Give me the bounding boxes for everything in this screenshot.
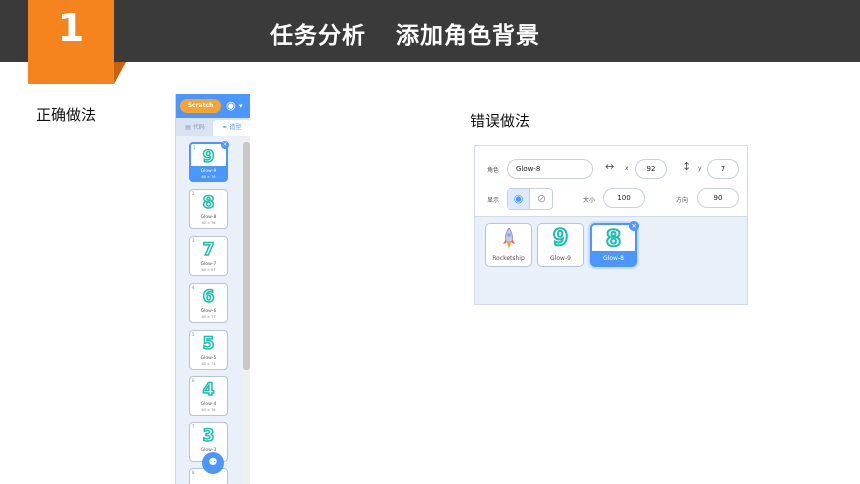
chevron-down-icon[interactable]: ▾ xyxy=(239,99,243,113)
costume-size: 60 × 76 xyxy=(201,221,216,225)
title-part-2: 添加角色背景 xyxy=(396,23,540,49)
costume-name: Glow-7 xyxy=(200,262,217,267)
costume-item-5[interactable]: 5 5 Glow-5 60 × 74 xyxy=(189,330,228,370)
costume-name: Glow-9 xyxy=(200,169,217,174)
costume-thumbnail: 3 xyxy=(202,425,215,447)
vertical-arrows-icon: ↕ xyxy=(682,160,692,173)
costume-name: Glow-6 xyxy=(200,309,217,314)
scrollbar-thumb[interactable] xyxy=(243,142,250,370)
delete-icon[interactable]: × xyxy=(629,221,639,231)
badge-fold-decoration xyxy=(114,62,126,84)
tab-costumes[interactable]: ✒ 造型 xyxy=(213,120,250,136)
costume-size: 60 × 77 xyxy=(201,315,216,319)
direction-field[interactable]: 90 xyxy=(697,188,739,208)
eye-off-icon[interactable]: ⊘ xyxy=(531,189,552,209)
editor-tabs: ▤ 代码 ✒ 造型 xyxy=(176,118,250,136)
correct-method-label: 正确做法 xyxy=(36,106,97,124)
scratch-logo[interactable]: Scratch xyxy=(180,99,221,113)
costume-item-2[interactable]: 2 8 Glow-8 60 × 76 xyxy=(189,189,228,229)
scratch-menu-bar: Scratch ◉ ▾ xyxy=(176,94,250,118)
section-number: 1 xyxy=(57,6,85,50)
costume-item-1[interactable]: 1 9 Glow-9 66 × 76 × xyxy=(189,141,229,182)
costume-item-3[interactable]: 3 7 Glow-7 60 × 67 xyxy=(189,236,228,276)
sprite-name: Glow-8 xyxy=(603,255,624,262)
costume-size: 60 × 74 xyxy=(201,362,216,366)
tab-code[interactable]: ▤ 代码 xyxy=(178,120,212,136)
rocketship-icon xyxy=(503,228,515,249)
sprite-item-rocketship[interactable]: Rocketship xyxy=(485,223,532,267)
costume-item-6[interactable]: 6 4 Glow-4 64 × 76 xyxy=(189,376,228,416)
size-field[interactable]: 100 xyxy=(603,188,645,208)
costume-thumbnail: 6 xyxy=(202,286,215,308)
tab-costume-label: 造型 xyxy=(229,124,242,131)
costume-thumbnail: 9 xyxy=(202,146,215,168)
sprite-name: Rocketship xyxy=(492,255,525,262)
code-icon: ▤ xyxy=(185,124,191,131)
costume-list-scrollbar[interactable] xyxy=(242,136,250,484)
costume-name: Glow-5 xyxy=(200,356,217,361)
costume-item-4[interactable]: 4 6 Glow-6 60 × 77 xyxy=(189,283,228,323)
brush-icon: ✒ xyxy=(222,124,228,131)
sprite-item-glow-9[interactable]: 9 Glow-9 xyxy=(537,223,584,267)
add-costume-button[interactable]: ⚉ xyxy=(202,452,224,474)
visibility-toggle: ◉ ⊘ xyxy=(507,188,553,210)
costume-thumbnail: 4 xyxy=(202,379,215,401)
show-label: 显示 xyxy=(487,197,500,204)
tab-code-label: 代码 xyxy=(192,124,205,131)
globe-icon[interactable]: ◉ xyxy=(226,99,236,113)
costume-size: 60 × 67 xyxy=(201,268,216,272)
sprite-label: 角色 xyxy=(487,167,500,174)
direction-label: 方向 xyxy=(676,197,689,204)
wrong-method-label: 错误做法 xyxy=(470,112,531,130)
costume-list: 1 9 Glow-9 66 × 76 × 2 8 Glow-8 60 × 76 … xyxy=(176,136,242,484)
y-label: y xyxy=(698,165,702,172)
sprite-properties: 角色 Glow-8 ↔ x 92 ↕ y 7 显示 ◉ ⊘ 大小 100 方向 … xyxy=(475,146,747,217)
costume-size: 64 × 76 xyxy=(201,408,216,412)
costume-size: 66 × 76 xyxy=(201,175,216,179)
sprite-thumbnail: 9 xyxy=(552,226,569,252)
costume-name: Glow-8 xyxy=(200,215,217,220)
sprite-name-field[interactable]: Glow-8 xyxy=(507,159,593,179)
costume-name: Glow-4 xyxy=(200,402,217,407)
horizontal-arrows-icon: ↔ xyxy=(605,160,615,173)
delete-icon[interactable]: × xyxy=(221,141,229,149)
cat-icon: ⚉ xyxy=(208,457,218,468)
costume-thumbnail: 5 xyxy=(202,333,215,355)
y-field[interactable]: 7 xyxy=(707,159,739,179)
sprite-name: Glow-9 xyxy=(550,255,571,262)
x-label: x xyxy=(625,165,629,172)
size-label: 大小 xyxy=(583,197,596,204)
page-title: 任务分析 添加角色背景 xyxy=(270,16,540,50)
sprite-thumbnail: 8 xyxy=(605,227,622,253)
costume-thumbnail: 8 xyxy=(202,192,215,214)
costume-editor-panel: Scratch ◉ ▾ ▤ 代码 ✒ 造型 1 9 Glow-9 66 × 76… xyxy=(175,94,250,484)
sprite-info-panel: 角色 Glow-8 ↔ x 92 ↕ y 7 显示 ◉ ⊘ 大小 100 方向 … xyxy=(474,145,748,305)
title-part-1: 任务分析 xyxy=(270,23,366,49)
costume-thumbnail: 7 xyxy=(202,239,215,261)
eye-icon[interactable]: ◉ xyxy=(508,189,530,209)
sprite-item-glow-8[interactable]: 8 Glow-8 × xyxy=(590,221,639,267)
x-field[interactable]: 92 xyxy=(635,159,667,179)
